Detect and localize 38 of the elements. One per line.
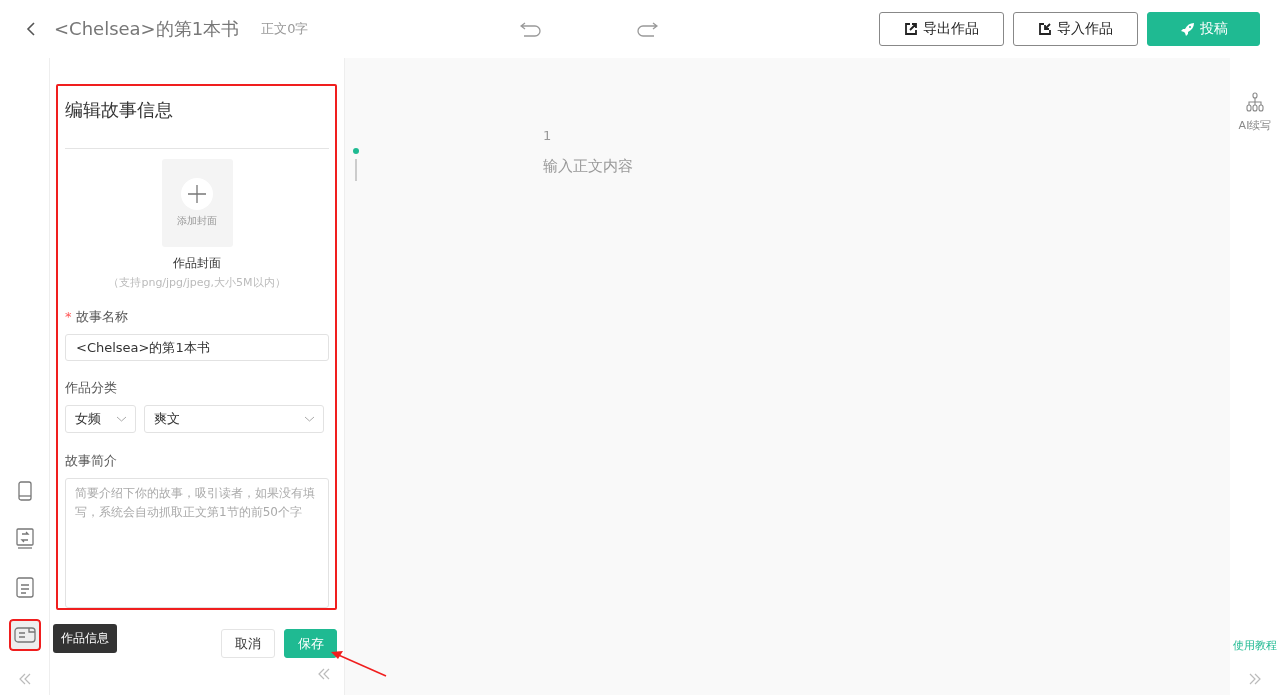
plus-icon xyxy=(188,185,206,204)
book-title: <Chelsea>的第1本书 xyxy=(54,17,240,41)
word-count: 正文0字 xyxy=(261,20,309,38)
category-dropdown[interactable]: 爽文 xyxy=(144,405,324,433)
cursor-bar xyxy=(355,159,357,181)
required-mark: * xyxy=(65,309,72,325)
paragraph-number: 1 xyxy=(543,128,553,143)
field-label: * 故事名称 xyxy=(65,308,129,327)
undo-icon xyxy=(520,21,543,37)
story-intro-field[interactable]: 简要介绍下你的故事，吸引读者，如果没有填写，系统会自动抓取正文第1节的前50个字 xyxy=(65,478,329,608)
cover-label: 作品封面 xyxy=(172,255,222,273)
category-dropdown[interactable]: 女频 xyxy=(65,405,136,433)
import-button[interactable]: 导入作品 xyxy=(1013,12,1138,46)
collapse-button[interactable] xyxy=(317,668,331,680)
field-label: 作品分类 xyxy=(65,379,118,397)
chevron-left-icon xyxy=(26,21,36,37)
chevron-down-icon xyxy=(304,416,315,422)
chevron-down-icon xyxy=(116,416,127,422)
phone-icon xyxy=(17,481,32,501)
status-dot xyxy=(353,148,359,154)
rocket-icon xyxy=(1179,21,1195,37)
info-card-icon xyxy=(13,627,36,643)
ai-continue-button[interactable]: AI续写 xyxy=(1238,92,1272,133)
document-swap-icon xyxy=(14,528,35,550)
cover-hint: （支持png/jpg/jpeg,大小5M以内） xyxy=(107,275,287,291)
redo-icon xyxy=(636,21,659,37)
field-label: 故事简介 xyxy=(65,452,118,470)
document-icon xyxy=(15,576,34,598)
collapse-button[interactable] xyxy=(17,673,32,685)
export-button[interactable]: 导出作品 xyxy=(879,12,1004,46)
cancel-button[interactable]: 取消 xyxy=(221,629,275,658)
import-icon xyxy=(1038,22,1052,36)
hierarchy-icon xyxy=(1246,92,1264,112)
panel-title: 编辑故事信息 xyxy=(65,98,329,149)
story-name-field[interactable]: <Chelsea>的第1本书 xyxy=(65,334,329,361)
expand-button[interactable] xyxy=(1248,673,1262,685)
export-icon xyxy=(904,22,918,36)
tooltip: 作品信息 xyxy=(52,624,117,653)
